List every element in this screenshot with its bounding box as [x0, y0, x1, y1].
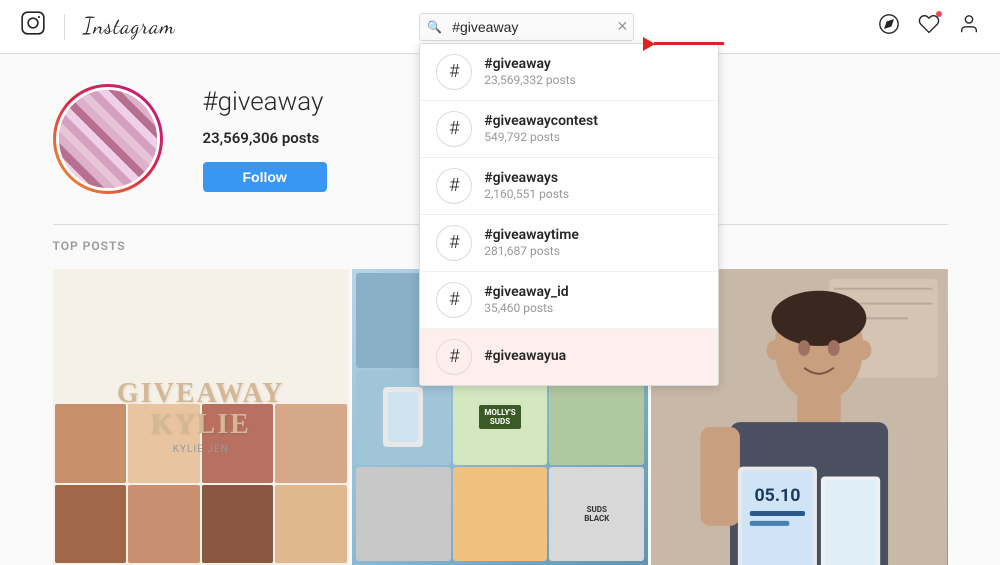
product-9: SUDSBLACK [549, 467, 644, 562]
dropdown-posts-0: 23,569,332 posts [484, 73, 576, 87]
dropdown-item-3[interactable]: # #giveawaytime 281,687 posts [420, 215, 718, 272]
dropdown-tag-3: #giveawaytime [484, 227, 579, 243]
dropdown-tag-0: #giveaway [484, 56, 576, 72]
search-input[interactable] [419, 13, 634, 41]
swatch-5 [55, 485, 127, 563]
avatar-pattern [59, 90, 157, 188]
hash-icon-5: # [436, 339, 472, 375]
header: Instagram 🔍 ✕ # #giveaway 23,569,332 pos… [0, 0, 1000, 54]
dropdown-tag-1: #giveawaycontest [484, 113, 598, 129]
search-area: 🔍 ✕ # #giveaway 23,569,332 posts # [175, 13, 878, 41]
avatar-wrapper [53, 84, 163, 194]
hash-icon-0: # [436, 54, 472, 90]
dropdown-tag-5: #giveawayua [484, 348, 566, 364]
swatch-6 [128, 485, 200, 563]
swatch-7 [202, 485, 274, 563]
notification-dot [936, 11, 942, 17]
dropdown-posts-3: 281,687 posts [484, 244, 579, 258]
logo-text: Instagram [83, 14, 175, 40]
grid-image-0[interactable]: GIVEAWAYKYLIE KYLIE JEN [53, 269, 349, 565]
profile-icon[interactable] [958, 13, 980, 41]
hash-icon-4: # [436, 282, 472, 318]
hash-icon-3: # [436, 225, 472, 261]
dropdown-item-4[interactable]: # #giveaway_id 35,460 posts [420, 272, 718, 329]
heart-icon[interactable] [918, 13, 940, 41]
dropdown-item-2[interactable]: # #giveaways 2,160,551 posts [420, 158, 718, 215]
hash-icon-2: # [436, 168, 472, 204]
search-clear-icon[interactable]: ✕ [616, 20, 628, 34]
search-dropdown: # #giveaway 23,569,332 posts # #giveaway… [419, 43, 719, 386]
dropdown-item-5[interactable]: # #giveawayua [420, 329, 718, 385]
search-icon: 🔍 [427, 20, 442, 34]
dropdown-posts-4: 35,460 posts [484, 301, 568, 315]
logo-divider [64, 14, 65, 40]
dropdown-posts-2: 2,160,551 posts [484, 187, 569, 201]
arrow-annotation [643, 37, 724, 51]
svg-text:05.10: 05.10 [755, 486, 801, 506]
dropdown-item-1[interactable]: # #giveawaycontest 549,792 posts [420, 101, 718, 158]
kylie-subtitle: KYLIE JEN [117, 444, 284, 455]
posts-label: posts [282, 129, 319, 147]
dropdown-tag-4: #giveaway_id [484, 284, 568, 300]
avatar [56, 87, 160, 191]
logo: Instagram [20, 10, 175, 43]
product-8 [453, 467, 548, 562]
follow-button[interactable]: Follow [203, 162, 327, 192]
product-7 [356, 467, 451, 562]
posts-count: 23,569,306 [203, 129, 279, 147]
compass-icon[interactable] [878, 13, 900, 41]
hash-icon-1: # [436, 111, 472, 147]
kylie-giveaway-text: GIVEAWAYKYLIE [117, 379, 284, 441]
instagram-camera-icon [20, 10, 46, 43]
dropdown-posts-1: 549,792 posts [484, 130, 598, 144]
search-container: 🔍 ✕ # #giveaway 23,569,332 posts # [419, 13, 634, 41]
dropdown-tag-2: #giveaways [484, 170, 569, 186]
swatch-8 [275, 485, 347, 563]
dropdown-item-0[interactable]: # #giveaway 23,569,332 posts [420, 44, 718, 101]
header-right [878, 13, 980, 41]
